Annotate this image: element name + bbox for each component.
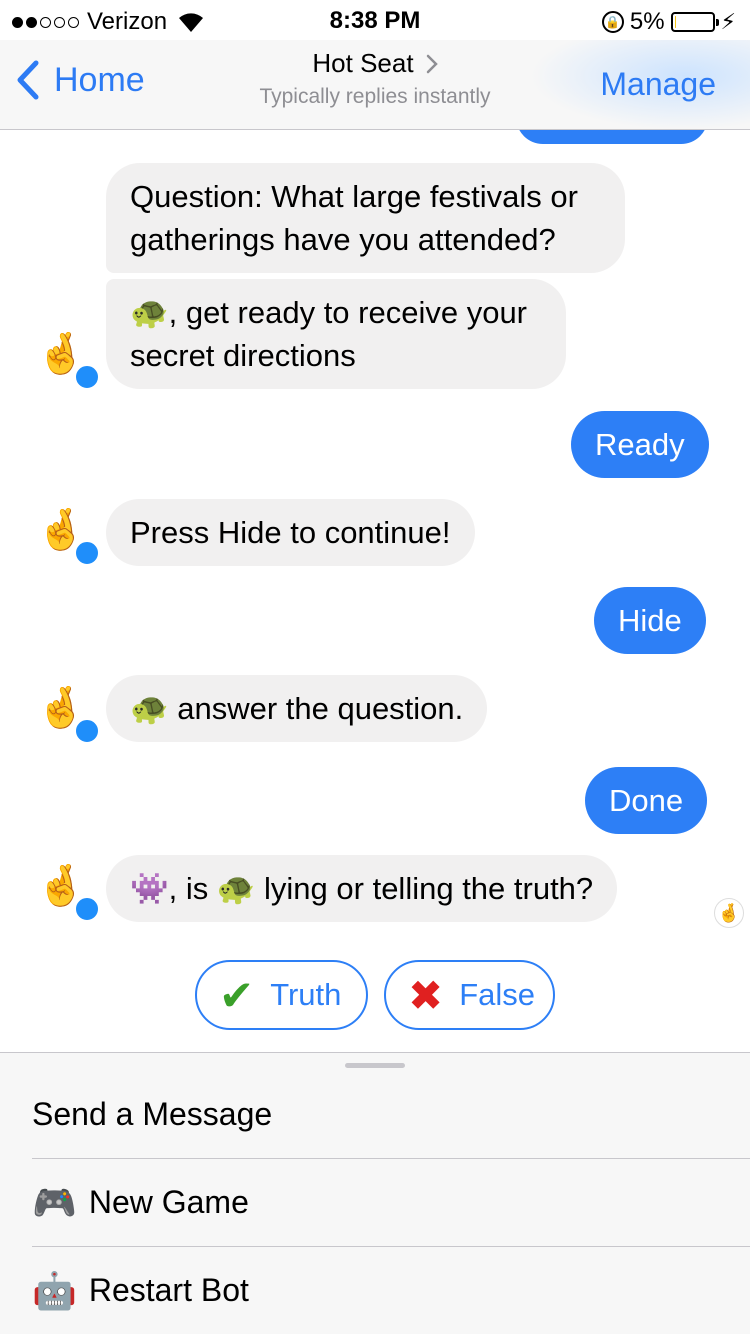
bot-message: Press Hide to continue! xyxy=(106,499,475,566)
game-controller-icon: 🎮 xyxy=(32,1181,77,1223)
bot-message: 🐢, get ready to receive your secret dire… xyxy=(106,279,566,389)
status-right: 🔒 5% ⚡ xyxy=(601,8,736,36)
chevron-right-icon xyxy=(426,54,438,73)
menu-item-send-message[interactable]: Send a Message xyxy=(32,1071,750,1159)
nav-bar: Home Hot Seat Typically replies instantl… xyxy=(0,40,750,130)
rotation-lock-icon: 🔒 xyxy=(601,11,624,33)
menu-item-restart-bot[interactable]: 🤖 Restart Bot xyxy=(32,1247,750,1334)
bot-message: Question: What large festivals or gather… xyxy=(106,163,625,273)
previous-message-partial xyxy=(516,130,708,144)
page-title: Hot Seat xyxy=(312,48,414,78)
nav-title: Hot Seat xyxy=(312,48,438,79)
charging-icon: ⚡ xyxy=(720,9,736,34)
bot-avatar[interactable]: 🤞 xyxy=(36,680,100,744)
bot-message: 🐢 answer the question. xyxy=(106,675,488,742)
messenger-icon xyxy=(74,718,100,744)
robot-icon: 🤖 xyxy=(32,1269,77,1311)
user-message: Done xyxy=(585,767,708,834)
quick-reply-truth[interactable]: ✔ Truth xyxy=(195,960,368,1030)
status-bar: Verizon 8:38 PM 🔒 5% ⚡ xyxy=(0,0,750,40)
messenger-icon xyxy=(74,540,100,566)
menu-item-label: Restart Bot xyxy=(88,1272,249,1308)
cross-icon: ✖ xyxy=(408,971,444,1019)
quick-replies: ✔ Truth ✖ False xyxy=(0,960,750,1032)
user-message: Hide xyxy=(594,587,706,654)
menu-item-label: New Game xyxy=(88,1184,249,1220)
bot-avatar[interactable]: 🤞 xyxy=(36,326,100,390)
messenger-icon xyxy=(74,896,100,922)
read-receipt-avatar: 🤞 xyxy=(714,898,744,928)
quick-reply-label: Truth xyxy=(270,977,342,1012)
battery-percent: 5% xyxy=(629,8,665,35)
checkmark-icon: ✔ xyxy=(219,971,255,1019)
manage-button[interactable]: Manage xyxy=(600,66,716,103)
chat-thread[interactable]: Question: What large festivals or gather… xyxy=(0,130,750,1052)
quick-reply-false[interactable]: ✖ False xyxy=(384,960,555,1030)
menu-item-new-game[interactable]: 🎮 New Game xyxy=(32,1159,750,1247)
persistent-menu: Send a Message 🎮 New Game 🤖 Restart Bot xyxy=(0,1052,750,1334)
bot-avatar[interactable]: 🤞 xyxy=(36,858,100,922)
menu-item-label: Send a Message xyxy=(32,1096,273,1132)
messenger-icon xyxy=(74,364,100,390)
bot-avatar[interactable]: 🤞 xyxy=(36,502,100,566)
bot-message: 👾, is 🐢 lying or telling the truth? xyxy=(106,855,618,922)
drag-handle[interactable] xyxy=(345,1063,405,1068)
quick-reply-label: False xyxy=(459,977,536,1012)
battery-icon xyxy=(670,12,719,32)
user-message: Ready xyxy=(571,411,709,478)
